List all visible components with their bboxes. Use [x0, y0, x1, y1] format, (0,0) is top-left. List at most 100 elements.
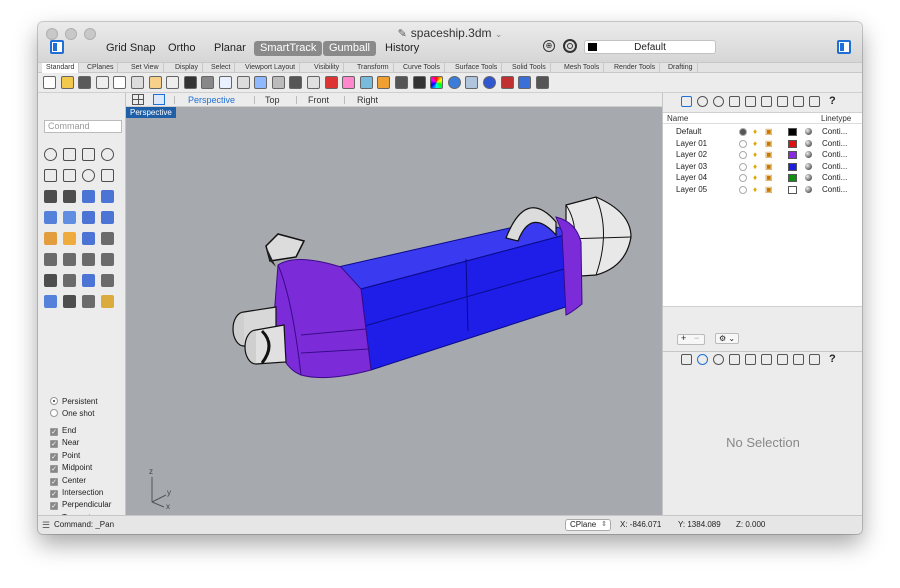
analyze-icon[interactable]	[82, 295, 95, 308]
panel-display-mode-icon[interactable]	[809, 96, 820, 107]
layer-row[interactable]: Layer 01 ♦ ▣ Conti...	[663, 138, 862, 149]
arc-icon[interactable]	[44, 190, 57, 203]
osnap-perpendicular[interactable]: ✓ Perpendicular	[50, 499, 111, 511]
layer-row[interactable]: Layer 04 ♦ ▣ Conti...	[663, 172, 862, 183]
tab-top[interactable]: Top	[265, 94, 280, 106]
help-icon[interactable]	[535, 76, 549, 89]
props-panel-layout-icon[interactable]	[793, 354, 804, 365]
zoom-selected-icon[interactable]	[289, 76, 303, 89]
render-tool-icon[interactable]	[101, 295, 114, 308]
props-panel-camera-icon[interactable]	[745, 354, 756, 365]
props-panel-display-mode-icon[interactable]	[809, 354, 820, 365]
toolbar-tab-render-tools[interactable]: Render Tools	[610, 63, 661, 73]
current-layer-radio-icon[interactable]	[739, 186, 747, 194]
zoom-icon[interactable]	[236, 76, 250, 89]
tab-right[interactable]: Right	[357, 94, 378, 106]
padlock-icon[interactable]: ▣	[765, 172, 773, 183]
group-icon[interactable]	[44, 253, 57, 266]
toolbar-tab-viewport-layout[interactable]: Viewport Layout	[241, 63, 301, 73]
toggle-right-sidebar-icon[interactable]	[837, 40, 851, 54]
hide-icon[interactable]	[412, 76, 426, 89]
ortho-button[interactable]: Ortho	[162, 41, 202, 56]
cplane-select[interactable]: CPlane ⇕	[565, 519, 611, 531]
padlock-icon[interactable]: ▣	[765, 161, 773, 172]
osnap-intersection[interactable]: ✓ Intersection	[50, 487, 103, 499]
padlock-icon[interactable]: ▣	[765, 138, 773, 149]
add-layer-button[interactable]: +	[681, 333, 686, 343]
layer-options-button[interactable]: ⚙ ⌄	[715, 333, 740, 344]
material-sphere-icon[interactable]	[805, 186, 812, 193]
globe-icon[interactable]	[483, 76, 496, 89]
lightbulb-icon[interactable]: ♦	[753, 184, 757, 195]
box-icon[interactable]	[44, 211, 57, 224]
print-icon[interactable]	[95, 76, 109, 89]
toolbar-tab-transform[interactable]: Transform	[353, 63, 394, 73]
single-viewport-icon[interactable]	[153, 94, 165, 105]
plugin-icon[interactable]	[500, 76, 514, 89]
ellipse-icon[interactable]	[63, 169, 76, 182]
current-layer-radio-icon[interactable]	[739, 128, 747, 136]
panel-layout-icon[interactable]	[793, 96, 804, 107]
layer-color-swatch[interactable]	[788, 162, 797, 171]
paste-icon[interactable]	[148, 76, 162, 89]
toolbar-tab-solid-tools[interactable]: Solid Tools	[508, 63, 551, 73]
curve-icon[interactable]	[101, 148, 114, 161]
padlock-icon[interactable]: ▣	[765, 126, 773, 137]
rectangle-icon[interactable]	[101, 169, 114, 182]
open-icon[interactable]	[60, 76, 74, 89]
layer-color-swatch[interactable]	[788, 186, 797, 194]
toolbar-tab-visibility[interactable]: Visibility	[310, 63, 345, 73]
polyline-icon[interactable]	[82, 148, 95, 161]
four-viewports-icon[interactable]	[132, 94, 144, 105]
panel-help-icon[interactable]: ?	[829, 96, 840, 107]
snapshot-icon[interactable]	[307, 76, 320, 89]
props-panel-lights-panel-icon[interactable]	[761, 354, 772, 365]
material-sphere-icon[interactable]	[805, 128, 812, 135]
boolean-icon[interactable]	[44, 232, 57, 245]
array-icon[interactable]	[63, 253, 76, 266]
lightbulb-icon[interactable]: ♦	[753, 149, 757, 160]
layer-name[interactable]: Default	[676, 126, 701, 137]
shade-icon[interactable]	[518, 76, 532, 89]
osnap-icon[interactable]: ⊕	[543, 40, 555, 52]
layers-name-header[interactable]: Name	[667, 114, 688, 123]
props-panel-materials-icon[interactable]	[697, 354, 708, 365]
layer-row[interactable]: Layer 03 ♦ ▣ Conti...	[663, 161, 862, 172]
redo-icon[interactable]	[183, 76, 197, 89]
layer-color-swatch[interactable]	[788, 174, 797, 183]
explode-icon[interactable]	[63, 232, 76, 245]
material-sphere-icon[interactable]	[805, 162, 812, 170]
lights-icon[interactable]	[377, 76, 391, 89]
trim-icon[interactable]	[101, 232, 114, 245]
fillet-icon[interactable]	[63, 190, 76, 203]
layer-linetype[interactable]: Conti...	[822, 149, 847, 160]
grid-snap-button[interactable]: Grid Snap	[100, 41, 162, 56]
mesh-icon[interactable]	[44, 295, 57, 308]
dimension-icon[interactable]	[63, 274, 76, 287]
material-icon[interactable]	[465, 76, 479, 89]
layer-name[interactable]: Layer 02	[676, 149, 707, 160]
toolbar-tab-standard[interactable]: Standard	[42, 63, 80, 73]
save-icon[interactable]	[78, 76, 92, 89]
plane-icon[interactable]	[101, 190, 114, 203]
block-icon[interactable]	[82, 274, 95, 287]
history-button[interactable]: History	[379, 41, 425, 56]
layer-name[interactable]: Layer 04	[676, 172, 707, 183]
toolbar-tab-cplanes[interactable]: CPlanes	[83, 63, 119, 73]
material-sphere-icon[interactable]	[805, 174, 812, 182]
car-icon[interactable]	[324, 76, 338, 89]
toolbar-tab-select[interactable]: Select	[207, 63, 236, 73]
panel-camera-icon[interactable]	[745, 96, 756, 107]
gumball-icon[interactable]	[359, 76, 373, 89]
toolbar-tab-set-view[interactable]: Set View	[127, 63, 164, 73]
layer-color-swatch[interactable]	[788, 128, 797, 136]
check-icon[interactable]	[63, 295, 76, 308]
perspective-viewport[interactable]: Perspective z y x	[126, 107, 662, 515]
split-icon[interactable]	[101, 253, 114, 266]
osnap-center[interactable]: ✓ Center	[50, 475, 86, 487]
props-panel-notes-icon[interactable]	[777, 354, 788, 365]
props-panel-objects-icon[interactable]	[729, 354, 740, 365]
osnap-point[interactable]: ✓ Point	[50, 450, 80, 462]
lightbulb-icon[interactable]: ♦	[753, 126, 757, 137]
layers-linetype-header[interactable]: Linetype	[821, 114, 851, 123]
